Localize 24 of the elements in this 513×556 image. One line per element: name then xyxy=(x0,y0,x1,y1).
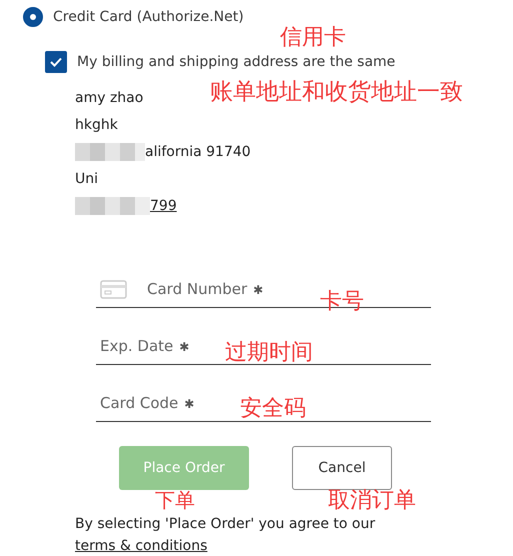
annotation-text: 下单 xyxy=(155,490,195,510)
credit-card-icon xyxy=(100,280,127,298)
address-line: Uni xyxy=(75,171,98,187)
checkmark-icon xyxy=(50,57,62,67)
input-field[interactable]: Card Code ✱ xyxy=(100,388,194,418)
address-line: 799 xyxy=(150,198,177,214)
radio-button[interactable] xyxy=(23,7,43,27)
annotation-text: 账单地址和收货地址一致 xyxy=(210,81,463,104)
annotation-text: 过期时间 xyxy=(225,342,313,364)
checkbox[interactable] xyxy=(45,51,67,73)
annotation-text: 安全码 xyxy=(240,398,306,420)
terms-text: By selecting 'Place Order' you agree to our xyxy=(75,516,376,532)
address-line: hkghk xyxy=(75,117,118,133)
same-address-label: My billing and shipping address are the same xyxy=(77,54,396,70)
payment-method-label: Credit Card (Authorize.Net) xyxy=(53,9,244,25)
input-field[interactable]: Card Number ✱ xyxy=(100,274,264,304)
input-field[interactable]: Exp. Date ✱ xyxy=(100,331,190,361)
cancel-button[interactable]: Cancel xyxy=(292,446,392,490)
terms-link[interactable]: terms & conditions xyxy=(75,538,208,554)
address-line: alifornia 91740 xyxy=(145,144,251,160)
address-line: amy zhao xyxy=(75,90,144,106)
annotation-text: 信用卡 xyxy=(280,27,346,49)
annotation-text: 取消订单 xyxy=(328,490,416,512)
pixelated-redaction xyxy=(75,143,145,161)
